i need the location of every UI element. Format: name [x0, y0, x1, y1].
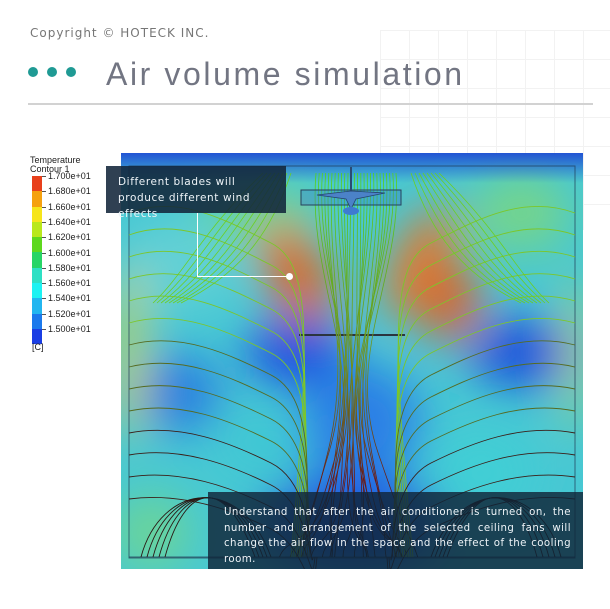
copyright-text: Copyright © HOTECK INC. — [30, 26, 210, 40]
callout-leader-line — [197, 276, 289, 277]
blades-callout: Different blades will produce different … — [106, 166, 286, 220]
legend-label: 1.540e+01 — [48, 293, 91, 304]
legend-tick — [42, 283, 46, 285]
legend-tick — [42, 329, 46, 330]
callout-leader-line — [197, 213, 198, 276]
legend-swatch — [32, 237, 42, 253]
legend-tick — [42, 206, 46, 208]
legend-label: 1.660e+01 — [48, 201, 91, 212]
legend-colorbar — [32, 176, 42, 345]
legend-label: 1.520e+01 — [48, 308, 91, 319]
page-title: Air volume simulation — [106, 56, 465, 92]
dot — [47, 67, 57, 77]
airflow-callout: Understand that after the air conditione… — [208, 492, 583, 569]
legend-swatch — [32, 176, 42, 192]
legend-label: 1.700e+01 — [48, 171, 91, 181]
title-divider — [28, 103, 593, 105]
legend-label: 1.580e+01 — [48, 262, 91, 273]
legend-swatch — [32, 298, 42, 314]
legend-tick — [42, 267, 46, 269]
legend-tick — [42, 313, 46, 315]
legend-tick — [42, 191, 46, 193]
legend-unit: [C] — [32, 342, 44, 352]
legend-swatch — [32, 267, 42, 284]
legend-swatch — [32, 283, 42, 299]
legend-tick — [42, 237, 46, 239]
legend-tick — [42, 221, 46, 223]
legend-swatch — [32, 313, 42, 329]
legend-swatch — [32, 191, 42, 207]
legend-label: 1.620e+01 — [48, 232, 91, 243]
legend-tick — [42, 176, 46, 177]
legend-label: 1.680e+01 — [48, 186, 91, 197]
dot — [28, 67, 38, 77]
legend-tick — [42, 298, 46, 300]
legend-label: 1.600e+01 — [48, 247, 91, 258]
legend-tick — [42, 252, 46, 254]
legend-label: 1.560e+01 — [48, 278, 91, 289]
legend-swatch — [32, 221, 42, 238]
legend-swatch — [32, 206, 42, 222]
title-dots-icon — [28, 67, 76, 77]
legend-label: 1.500e+01 — [48, 324, 91, 334]
callout-anchor-dot — [286, 273, 293, 280]
legend-label: 1.640e+01 — [48, 216, 91, 227]
dot — [66, 67, 76, 77]
legend-swatch — [32, 252, 42, 268]
